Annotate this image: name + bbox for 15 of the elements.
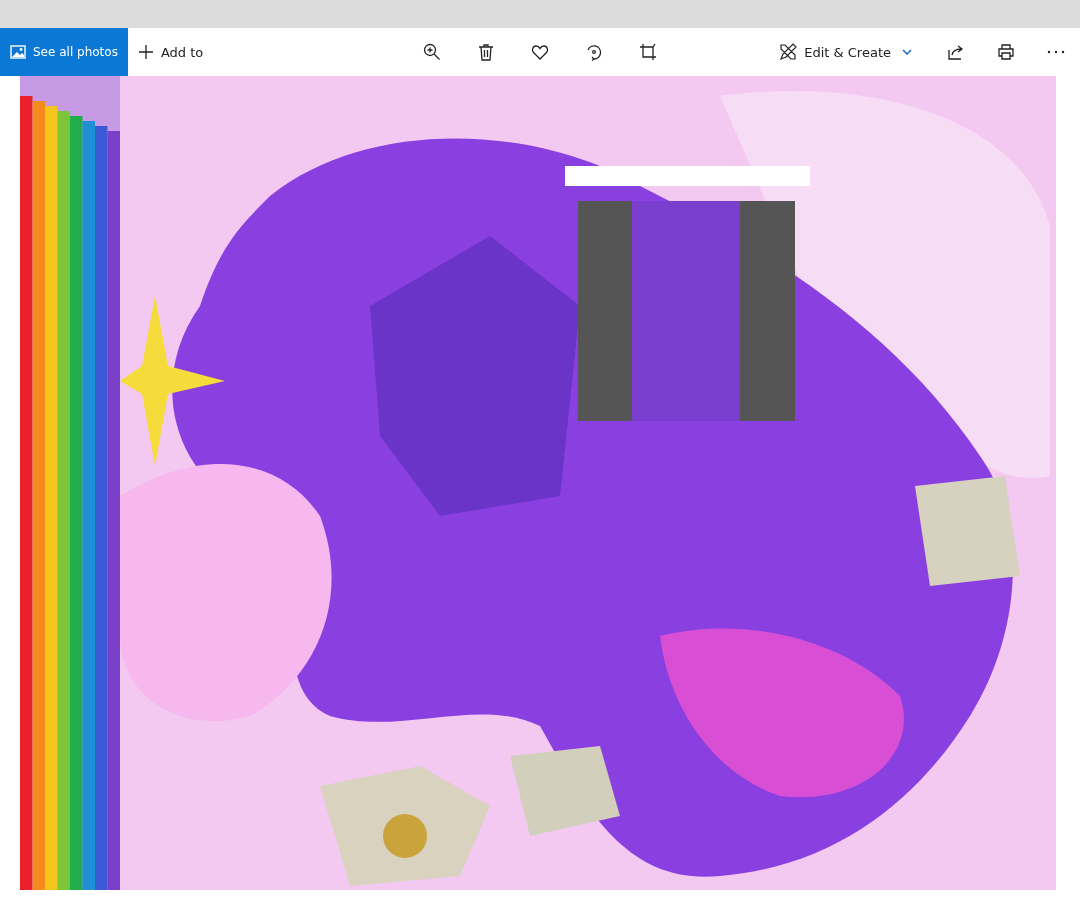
trash-icon [477, 43, 495, 61]
rotate-icon [585, 43, 603, 61]
more-icon [1047, 50, 1065, 54]
edit-create-button[interactable]: Edit & Create [769, 34, 922, 70]
heart-icon [531, 43, 549, 61]
add-to-button[interactable]: Add to [127, 34, 214, 70]
zoom-in-icon [423, 43, 441, 61]
crop-icon [639, 43, 657, 61]
printer-icon [997, 43, 1015, 61]
chevron-down-icon [902, 49, 912, 55]
see-all-photos-button[interactable]: See all photos [0, 28, 128, 76]
plus-icon [137, 44, 154, 60]
pencil-ruler-icon [779, 43, 798, 61]
image-icon [10, 44, 26, 60]
share-icon [947, 43, 965, 61]
